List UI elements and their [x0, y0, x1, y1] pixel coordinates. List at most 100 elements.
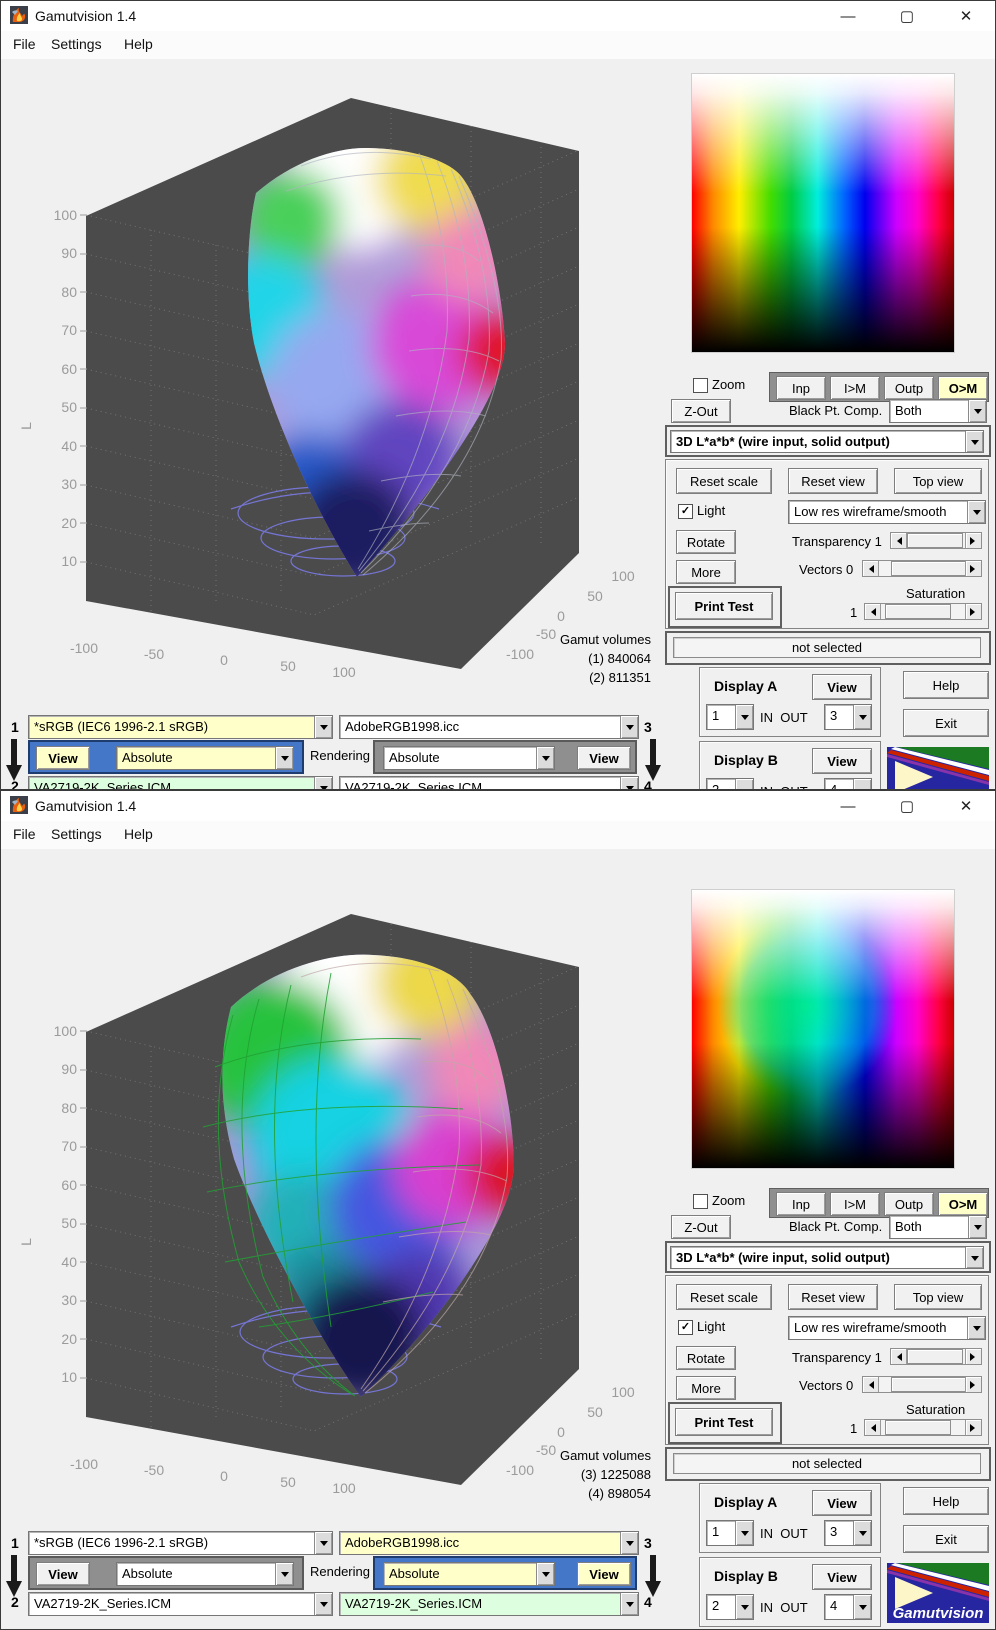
exit-button[interactable]: Exit	[903, 1525, 989, 1553]
chevron-down-icon[interactable]	[853, 1595, 871, 1619]
view-right-button[interactable]: View	[577, 746, 631, 770]
saturation-slider[interactable]	[864, 1419, 982, 1436]
view-right-button[interactable]: View	[577, 1562, 631, 1586]
slider-left-arrow[interactable]	[891, 533, 907, 548]
slider-left-arrow[interactable]	[863, 1377, 879, 1392]
display-b-in-select[interactable]: 2	[706, 778, 754, 789]
display-a-out-select[interactable]: 3	[824, 704, 872, 730]
top-view-button[interactable]: Top view	[894, 468, 982, 494]
profile-2-select[interactable]: VA2719-2K_Series.ICM	[28, 1592, 333, 1616]
profile-2-select[interactable]: VA2719-2K_Series.ICM	[28, 776, 333, 789]
profile-4-select[interactable]: VA2719-2K_Series.ICM	[339, 776, 639, 789]
print-test-button[interactable]: Print Test	[675, 1408, 773, 1436]
rotate-button[interactable]: Rotate	[676, 1346, 736, 1370]
chevron-down-icon[interactable]	[620, 1532, 638, 1554]
profile-1-select[interactable]: *sRGB (IEC6 1996-2.1 sRGB)	[28, 1531, 333, 1555]
slider-thumb[interactable]	[907, 1349, 963, 1364]
reset-view-button[interactable]: Reset view	[788, 468, 878, 494]
chevron-down-icon[interactable]	[853, 1521, 871, 1545]
outp-button[interactable]: Outp	[884, 376, 934, 400]
chevron-down-icon[interactable]	[965, 431, 983, 452]
slider-thumb[interactable]	[907, 533, 963, 548]
slider-right-arrow[interactable]	[965, 1377, 981, 1392]
exit-button[interactable]: Exit	[903, 709, 989, 737]
chevron-down-icon[interactable]	[275, 1563, 293, 1585]
slider-right-arrow[interactable]	[965, 561, 981, 576]
chevron-down-icon[interactable]	[853, 705, 871, 729]
intent-right-select[interactable]: Absolute	[383, 746, 555, 770]
chevron-down-icon[interactable]	[620, 716, 638, 738]
black-pt-comp-select[interactable]: Both	[889, 399, 987, 423]
display-a-in-select[interactable]: 1	[706, 1520, 754, 1546]
z-out-button[interactable]: Z-Out	[671, 1215, 731, 1239]
wireframe-mode-select[interactable]: Low res wireframe/smooth	[788, 500, 986, 524]
help-button[interactable]: Help	[903, 671, 989, 699]
slider-left-arrow[interactable]	[863, 561, 879, 576]
saturation-slider[interactable]	[864, 603, 982, 620]
slider-left-arrow[interactable]	[865, 1420, 881, 1435]
display-b-out-select[interactable]: 4	[824, 778, 872, 789]
slider-thumb[interactable]	[885, 604, 951, 619]
chevron-down-icon[interactable]	[853, 779, 871, 789]
help-button[interactable]: Help	[903, 1487, 989, 1515]
chevron-down-icon[interactable]	[735, 1595, 753, 1619]
reset-view-button[interactable]: Reset view	[788, 1284, 878, 1310]
slider-right-arrow[interactable]	[965, 1420, 981, 1435]
chevron-down-icon[interactable]	[967, 1317, 985, 1339]
more-button[interactable]: More	[676, 1376, 736, 1400]
slider-left-arrow[interactable]	[865, 604, 881, 619]
outp-button[interactable]: Outp	[884, 1192, 934, 1216]
view-left-button[interactable]: View	[36, 1562, 90, 1586]
profile-1-select[interactable]: *sRGB (IEC6 1996-2.1 sRGB)	[28, 715, 333, 739]
view-left-button[interactable]: View	[36, 746, 90, 770]
more-button[interactable]: More	[676, 560, 736, 584]
view-mode-select[interactable]: 3D L*a*b* (wire input, solid output)	[670, 430, 984, 453]
light-checkbox[interactable]: ✓	[678, 1320, 693, 1335]
slider-right-arrow[interactable]	[965, 604, 981, 619]
print-test-button[interactable]: Print Test	[675, 592, 773, 620]
slider-thumb[interactable]	[885, 1420, 951, 1435]
slider-thumb[interactable]	[891, 1377, 967, 1392]
chevron-down-icon[interactable]	[735, 779, 753, 789]
zoom-checkbox[interactable]	[693, 378, 708, 393]
chevron-down-icon[interactable]	[314, 1532, 332, 1554]
reset-scale-button[interactable]: Reset scale	[676, 1284, 772, 1310]
z-out-button[interactable]: Z-Out	[671, 399, 731, 423]
vectors-slider[interactable]	[862, 1376, 982, 1393]
display-b-in-select[interactable]: 2	[706, 1594, 754, 1620]
inp-button[interactable]: Inp	[776, 376, 826, 400]
color-map-image[interactable]	[691, 73, 955, 353]
vectors-slider[interactable]	[862, 560, 982, 577]
slider-right-arrow[interactable]	[965, 1349, 981, 1364]
transparency-slider[interactable]	[890, 1348, 982, 1365]
i-to-m-button[interactable]: I>M	[830, 376, 880, 400]
i-to-m-button[interactable]: I>M	[830, 1192, 880, 1216]
gamut-3d-plot[interactable]: 100 90 80 70 60 50 40 30 20 10 L -100 -5…	[1, 61, 661, 711]
chevron-down-icon[interactable]	[314, 716, 332, 738]
intent-right-select[interactable]: Absolute	[383, 1562, 555, 1586]
chevron-down-icon[interactable]	[620, 777, 638, 789]
chevron-down-icon[interactable]	[968, 400, 986, 422]
chevron-down-icon[interactable]	[735, 705, 753, 729]
chevron-down-icon[interactable]	[965, 1247, 983, 1268]
chevron-down-icon[interactable]	[967, 501, 985, 523]
chevron-down-icon[interactable]	[275, 747, 293, 769]
chevron-down-icon[interactable]	[620, 1593, 638, 1615]
zoom-checkbox[interactable]	[693, 1194, 708, 1209]
slider-right-arrow[interactable]	[965, 533, 981, 548]
display-b-out-select[interactable]: 4	[824, 1594, 872, 1620]
black-pt-comp-select[interactable]: Both	[889, 1215, 987, 1239]
wireframe-mode-select[interactable]: Low res wireframe/smooth	[788, 1316, 986, 1340]
light-checkbox[interactable]: ✓	[678, 504, 693, 519]
rotate-button[interactable]: Rotate	[676, 530, 736, 554]
chevron-down-icon[interactable]	[314, 777, 332, 789]
display-a-view-button[interactable]: View	[812, 674, 872, 700]
transparency-slider[interactable]	[890, 532, 982, 549]
color-map-image[interactable]	[691, 889, 955, 1169]
display-b-view-button[interactable]: View	[812, 748, 872, 774]
gamut-3d-plot[interactable]: 100 90 80 70 60 50 40 30 20 10 L -100 -5…	[1, 877, 661, 1527]
intent-left-select[interactable]: Absolute	[116, 746, 294, 770]
o-to-m-button[interactable]: O>M	[938, 376, 988, 400]
profile-3-select[interactable]: AdobeRGB1998.icc	[339, 715, 639, 739]
profile-3-select[interactable]: AdobeRGB1998.icc	[339, 1531, 639, 1555]
